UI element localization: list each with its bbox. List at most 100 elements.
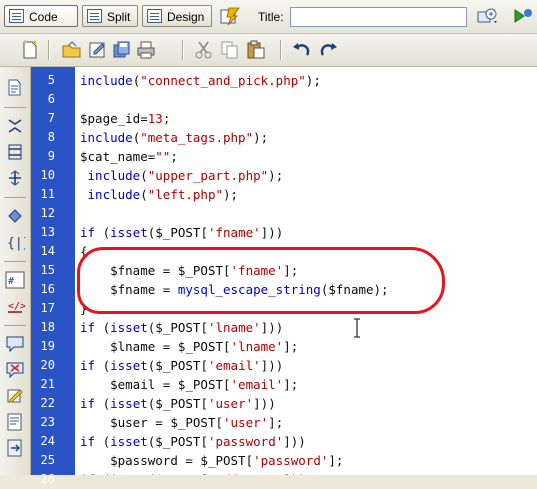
title-input[interactable]	[290, 7, 467, 27]
line-number: 20	[40, 358, 55, 372]
code-token: (	[95, 358, 111, 373]
line-number: 24	[40, 434, 55, 448]
code-token: ]))	[260, 320, 284, 335]
code-token: =	[155, 282, 178, 297]
toolbar-separator	[4, 261, 26, 262]
code-line: $lname = $_POST['lname'];	[80, 337, 537, 356]
cut-icon[interactable]	[194, 40, 214, 60]
line-numbers-icon[interactable]: #	[5, 271, 25, 289]
line-number: 26	[40, 472, 55, 486]
code-token: );	[305, 73, 321, 88]
split-view-label: Split	[107, 10, 131, 24]
line-number: 25	[40, 453, 55, 467]
code-view-button[interactable]: Code	[4, 5, 78, 27]
browse-in-bridge-icon[interactable]	[88, 40, 108, 60]
code-token: if	[80, 358, 96, 373]
open-documents-icon[interactable]	[5, 79, 25, 97]
line-number: 13	[40, 225, 55, 239]
code-token: $cat_name	[80, 149, 148, 164]
code-token: {	[80, 244, 88, 259]
code-token: 'lname'	[207, 320, 261, 335]
preview-in-browser-icon[interactable]	[512, 6, 534, 26]
code-token: 'fname'	[207, 225, 261, 240]
code-view-label: Code	[29, 10, 58, 24]
code-view-icon	[9, 9, 24, 23]
print-icon[interactable]	[136, 40, 156, 60]
code-token: ""	[155, 149, 171, 164]
text-cursor-icon	[354, 318, 360, 338]
line-number: 19	[40, 339, 55, 353]
code-token: 'email'	[207, 358, 261, 373]
file-management-icon[interactable]	[476, 6, 498, 26]
code-line: if (isset($_POST['fname']))	[80, 223, 537, 242]
code-token: [	[223, 339, 231, 354]
code-line: $password = $_POST['password'];	[80, 451, 537, 470]
undo-icon[interactable]	[292, 40, 312, 60]
line-number: 18	[40, 320, 55, 334]
code-token: =	[177, 453, 201, 468]
line-number: 21	[40, 377, 55, 391]
code-token: if	[80, 434, 96, 449]
paste-icon[interactable]	[246, 40, 266, 60]
code-token: $_POST	[177, 377, 223, 392]
code-token: 'password'	[207, 434, 284, 449]
highlight-invalid-code-icon[interactable]: </>	[5, 297, 25, 315]
collapse-selection-icon[interactable]	[5, 143, 25, 161]
code-token: ]))	[260, 358, 284, 373]
code-token: =	[140, 111, 148, 126]
code-token: $_POST	[155, 358, 201, 373]
code-line: include("upper_part.php");	[80, 166, 537, 185]
line-number: 15	[40, 263, 55, 277]
code-token: "upper_part.php"	[147, 168, 269, 183]
expand-all-icon[interactable]	[5, 169, 25, 187]
copy-icon[interactable]	[220, 40, 240, 60]
code-token: $_POST	[155, 396, 201, 411]
collapse-tag-icon[interactable]	[5, 117, 25, 135]
code-token: isset	[110, 358, 148, 373]
code-token: [	[200, 358, 208, 373]
code-token: $_POST	[200, 453, 246, 468]
svg-text:{|}: {|}	[7, 236, 25, 251]
coding-toolbar: {|} # </>	[0, 67, 31, 475]
code-token: (	[140, 168, 148, 183]
remove-comment-icon[interactable]	[5, 361, 25, 379]
code-editor[interactable]: include("connect_and_pick.php"); $page_id…	[75, 67, 537, 475]
standard-toolbar	[0, 34, 537, 67]
svg-text:</>: </>	[8, 301, 25, 312]
code-token: ];	[283, 377, 299, 392]
code-token: ]))	[253, 396, 276, 411]
new-document-icon[interactable]	[20, 40, 40, 60]
apply-comment-icon[interactable]	[5, 335, 25, 353]
design-view-button[interactable]: Design	[142, 5, 212, 27]
code-token: (	[95, 434, 111, 449]
select-parent-tag-icon[interactable]	[5, 207, 25, 225]
code-token: "left.php"	[147, 187, 224, 202]
code-token: "meta_tags.php"	[140, 130, 254, 145]
open-folder-icon[interactable]	[62, 40, 82, 60]
code-token: $_POST	[177, 263, 223, 278]
move-css-icon[interactable]	[5, 439, 25, 457]
code-token: if	[80, 396, 96, 411]
code-token: $_POST	[155, 434, 201, 449]
line-number: 7	[47, 111, 55, 125]
document-toolbar: Code Split Design Title:	[0, 0, 537, 34]
design-view-icon	[147, 9, 162, 23]
split-view-button[interactable]: Split	[82, 5, 138, 27]
code-line: {	[80, 242, 537, 261]
balance-braces-icon[interactable]: {|}	[5, 233, 25, 251]
wrap-tag-icon[interactable]	[5, 387, 25, 405]
code-token: isset	[110, 396, 148, 411]
redo-icon[interactable]	[318, 40, 338, 60]
save-all-icon[interactable]	[112, 40, 132, 60]
code-token: 13	[147, 111, 163, 126]
toolbar-separator	[4, 107, 26, 108]
recent-snippets-icon[interactable]	[5, 413, 25, 431]
code-line: $email = $_POST['email'];	[80, 375, 537, 394]
code-token: $_POST	[170, 415, 216, 430]
code-line: $fname = mysql_escape_string($fname);	[80, 280, 537, 299]
live-view-icon[interactable]	[219, 6, 241, 26]
